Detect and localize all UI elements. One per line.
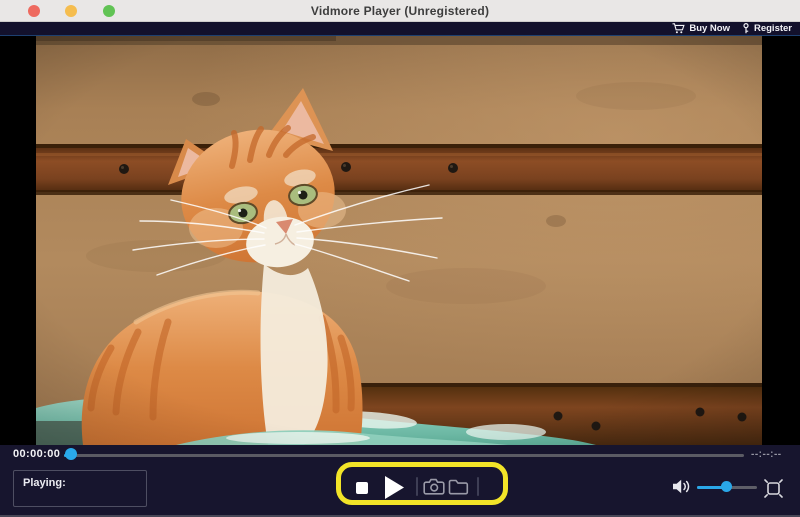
titlebar: Vidmore Player (Unregistered) (0, 0, 800, 22)
register-button[interactable]: Register (742, 23, 792, 34)
zoom-button[interactable] (103, 5, 115, 17)
seek-bar[interactable] (64, 454, 744, 457)
mute-button[interactable] (672, 478, 691, 495)
volume-handle[interactable] (721, 481, 732, 492)
folder-icon (450, 481, 468, 494)
camera-icon (424, 480, 444, 494)
control-bar: 00:00:00 --:--:-- Playing: (0, 445, 800, 517)
key-icon (742, 23, 750, 34)
fullscreen-button[interactable] (764, 479, 783, 498)
stop-button[interactable] (356, 482, 368, 494)
control-divider (477, 477, 479, 496)
video-area[interactable] (0, 36, 800, 445)
now-playing-box: Playing: (13, 470, 147, 507)
close-button[interactable] (28, 5, 40, 17)
remaining-time: --:--:-- (751, 449, 782, 460)
register-label: Register (754, 23, 792, 34)
control-divider (416, 477, 418, 496)
minimize-button[interactable] (65, 5, 77, 17)
buy-now-label: Buy Now (689, 23, 730, 34)
now-playing-label: Playing: (23, 477, 66, 489)
shopping-cart-icon (672, 23, 685, 34)
speaker-icon (673, 480, 689, 493)
app-window: Vidmore Player (Unregistered) Buy Now Re… (0, 0, 800, 517)
vignette-overlay (36, 36, 762, 445)
open-file-button[interactable] (448, 479, 469, 495)
play-button[interactable] (383, 474, 406, 501)
window-title: Vidmore Player (Unregistered) (0, 4, 800, 18)
buy-now-button[interactable]: Buy Now (672, 23, 730, 34)
elapsed-time: 00:00:00 (13, 448, 60, 460)
play-icon (385, 476, 404, 499)
snapshot-button[interactable] (423, 478, 445, 495)
video-canvas[interactable] (36, 36, 762, 445)
app-menubar: Buy Now Register (0, 22, 800, 36)
seek-handle[interactable] (65, 448, 77, 460)
fullscreen-icon (765, 480, 782, 497)
